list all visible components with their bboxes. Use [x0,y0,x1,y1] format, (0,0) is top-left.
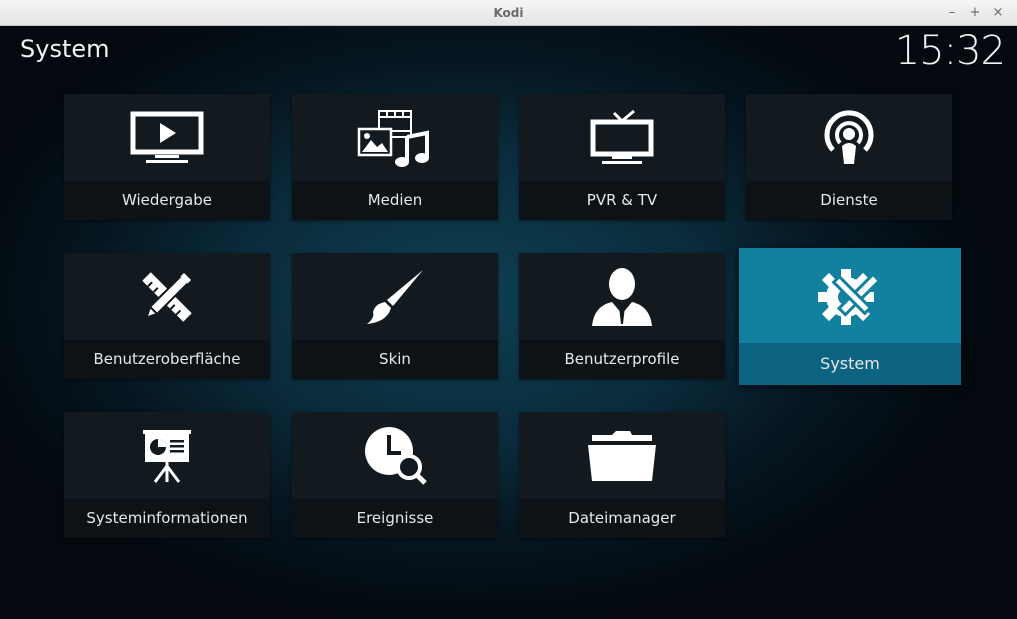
tile-dienste[interactable]: Dienste [746,94,952,220]
tile-wiedergabe[interactable]: Wiedergabe [64,94,270,220]
tile-label: Ereignisse [292,499,498,538]
tile-label: Skin [292,340,498,379]
tile-label: Dienste [746,181,952,220]
tile-systeminformationen[interactable]: Systeminformationen [64,412,270,538]
tile-label: Dateimanager [519,499,725,538]
tile-system[interactable]: System [739,248,961,385]
interface-icon [64,253,270,340]
tile-benutzerprofile[interactable]: Benutzerprofile [519,253,725,379]
events-clock-icon [292,412,498,499]
system-gear-icon [739,248,961,343]
close-button[interactable]: × [989,4,1007,22]
tile-label: Systeminformationen [64,499,270,538]
tile-label: Benutzeroberfläche [64,340,270,379]
brush-icon [292,253,498,340]
tile-label: Benutzerprofile [519,340,725,379]
minimize-button[interactable]: – [943,4,961,22]
system-info-icon [64,412,270,499]
folder-icon [519,412,725,499]
profile-icon [519,253,725,340]
tile-dateimanager[interactable]: Dateimanager [519,412,725,538]
title-bar[interactable]: Kodi – + × [0,0,1017,26]
tile-pvr-tv[interactable]: PVR & TV [519,94,725,220]
kodi-app: System 15:32 Wiedergabe Medien PVR & TV … [0,26,1017,619]
tile-label: PVR & TV [519,181,725,220]
tile-label: System [739,343,961,385]
kodi-window: Kodi – + × System 15:32 Wiedergabe Medie… [0,0,1017,619]
tile-label: Medien [292,181,498,220]
tile-ereignisse[interactable]: Ereignisse [292,412,498,538]
tile-benutzeroberflaeche[interactable]: Benutzeroberfläche [64,253,270,379]
clock: 15:32 [894,28,1006,74]
pvr-tv-icon [519,94,725,181]
tile-label: Wiedergabe [64,181,270,220]
services-icon [746,94,952,181]
tv-play-icon [64,94,270,181]
page-title: System [20,35,110,63]
media-icon [292,94,498,181]
tile-medien[interactable]: Medien [292,94,498,220]
window-title: Kodi [493,6,524,20]
maximize-button[interactable]: + [966,4,984,22]
tile-skin[interactable]: Skin [292,253,498,379]
